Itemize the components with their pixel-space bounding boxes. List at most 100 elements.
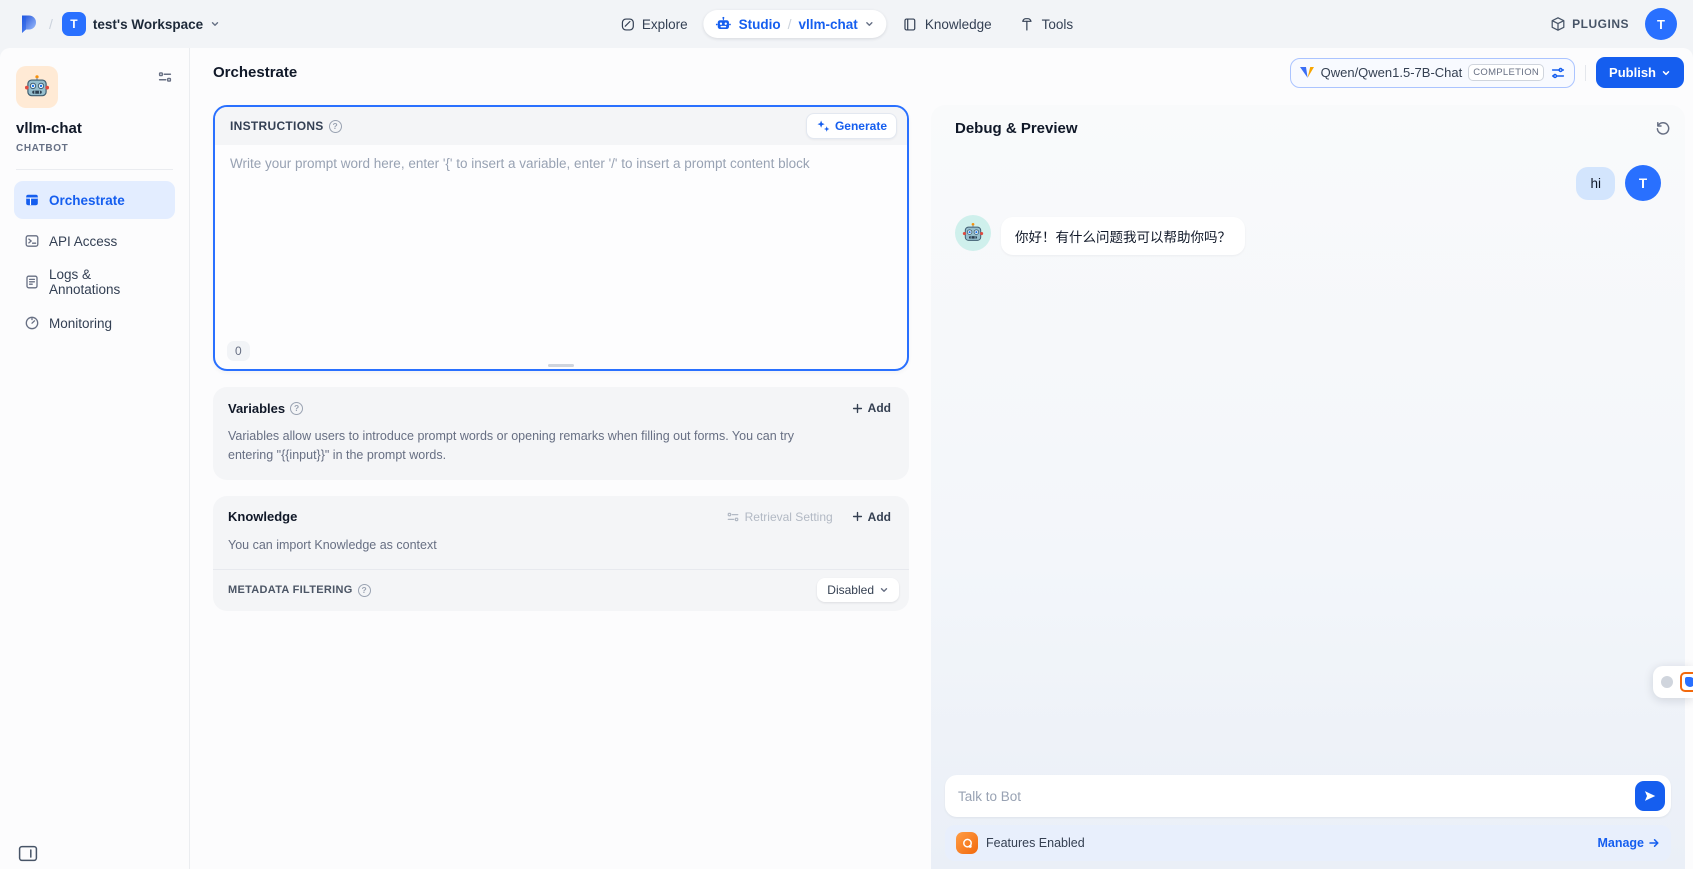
help-icon bbox=[290, 402, 303, 415]
add-label: Add bbox=[868, 401, 891, 415]
workspace-avatar: T bbox=[62, 12, 86, 36]
debug-preview-title: Debug & Preview bbox=[955, 120, 1078, 137]
plugins-label: PLUGINS bbox=[1572, 17, 1629, 31]
sidebar-item-logs-annotations[interactable]: Logs & Annotations bbox=[14, 263, 175, 301]
plus-icon bbox=[851, 402, 864, 415]
dify-logo-icon[interactable] bbox=[16, 12, 40, 36]
knowledge-description: You can import Knowledge as context bbox=[213, 531, 853, 569]
nav-explore[interactable]: Explore bbox=[608, 10, 700, 39]
sidebar-item-monitoring[interactable]: Monitoring bbox=[14, 304, 175, 342]
model-name: Qwen/Qwen1.5-7B-Chat bbox=[1321, 65, 1463, 80]
add-knowledge-button[interactable]: Add bbox=[843, 505, 899, 529]
app-icon bbox=[16, 66, 58, 108]
chevron-down-icon[interactable] bbox=[865, 19, 875, 29]
sparkles-icon bbox=[816, 119, 830, 133]
manage-label: Manage bbox=[1597, 836, 1644, 850]
manage-features-link[interactable]: Manage bbox=[1597, 836, 1660, 850]
user-avatar[interactable]: T bbox=[1645, 8, 1677, 40]
model-mode-badge: COMPLETION bbox=[1468, 64, 1544, 81]
app-header-bar: Orchestrate Qwen/Qwen1.5-7B-Chat COMPLET… bbox=[190, 48, 1693, 97]
features-icon bbox=[956, 832, 978, 854]
bot-chat-avatar bbox=[955, 215, 991, 251]
content-sheet: vllm-chat CHATBOT Orchestrate API Access bbox=[0, 48, 1693, 869]
prompt-editor[interactable] bbox=[215, 145, 907, 333]
generate-button[interactable]: Generate bbox=[806, 113, 897, 139]
dify-mini-logo-icon bbox=[1680, 672, 1693, 692]
nav-studio-active[interactable]: Studio / vllm-chat bbox=[704, 10, 887, 38]
add-variable-button[interactable]: Add bbox=[843, 396, 899, 420]
model-selector[interactable]: Qwen/Qwen1.5-7B-Chat COMPLETION bbox=[1290, 58, 1575, 88]
bot-message-row: 你好！有什么问题我可以帮助你吗？ bbox=[955, 215, 1661, 255]
dify-app: / T test's Workspace Explore Studio bbox=[0, 0, 1693, 869]
floating-edge-widget[interactable] bbox=[1653, 666, 1693, 698]
features-label: Features Enabled bbox=[986, 836, 1589, 850]
hammer-icon bbox=[1020, 17, 1035, 32]
restart-conversation-icon[interactable] bbox=[1654, 120, 1671, 137]
nav-knowledge[interactable]: Knowledge bbox=[891, 10, 1004, 39]
nav-current-app: vllm-chat bbox=[799, 17, 858, 32]
nav-tools[interactable]: Tools bbox=[1008, 10, 1086, 39]
chat-input[interactable] bbox=[945, 775, 1671, 817]
sidebar-divider bbox=[16, 169, 173, 170]
instructions-title: INSTRUCTIONS bbox=[230, 119, 324, 133]
nav-tools-label: Tools bbox=[1042, 17, 1074, 32]
chevron-down-icon bbox=[210, 19, 220, 29]
knowledge-title: Knowledge bbox=[228, 509, 297, 524]
main-area: Orchestrate Qwen/Qwen1.5-7B-Chat COMPLET… bbox=[190, 48, 1693, 869]
app-sidebar: vllm-chat CHATBOT Orchestrate API Access bbox=[0, 48, 190, 869]
publish-button[interactable]: Publish bbox=[1596, 57, 1684, 88]
chat-history: hi T 你好！有什么问题我可以帮助你吗？ bbox=[931, 137, 1685, 775]
knowledge-panel: Knowledge Retrieval Setting bbox=[213, 496, 909, 611]
retrieval-setting-button[interactable]: Retrieval Setting bbox=[718, 505, 841, 529]
metadata-filtering-value: Disabled bbox=[827, 583, 874, 597]
model-params-icon[interactable] bbox=[1550, 65, 1566, 81]
help-icon bbox=[329, 120, 342, 133]
nav-explore-label: Explore bbox=[642, 17, 688, 32]
nav-knowledge-label: Knowledge bbox=[925, 17, 992, 32]
app-settings-icon[interactable] bbox=[157, 66, 173, 85]
chat-bottom-area: Features Enabled Manage bbox=[931, 775, 1685, 869]
add-label: Add bbox=[868, 510, 891, 524]
document-icon bbox=[24, 274, 40, 290]
metadata-filtering-row: METADATA FILTERING Disabled bbox=[213, 570, 909, 611]
resize-handle[interactable] bbox=[548, 364, 574, 367]
main-nav: Explore Studio / vllm-chat Knowledge bbox=[608, 0, 1085, 48]
page-title: Orchestrate bbox=[213, 64, 297, 81]
publish-label: Publish bbox=[1609, 65, 1656, 80]
workspace-name: test's Workspace bbox=[93, 17, 203, 32]
sidebar-item-api-access[interactable]: API Access bbox=[14, 222, 175, 260]
header-separator bbox=[1585, 65, 1586, 81]
instructions-panel: INSTRUCTIONS Generate bbox=[213, 105, 909, 371]
bot-message-bubble: 你好！有什么问题我可以帮助你吗？ bbox=[1001, 217, 1245, 255]
top-navbar: / T test's Workspace Explore Studio bbox=[0, 0, 1693, 48]
vllm-logo-icon bbox=[1299, 66, 1315, 79]
char-count-badge: 0 bbox=[227, 341, 250, 361]
app-name: vllm-chat bbox=[16, 120, 173, 137]
plugins-button[interactable]: PLUGINS bbox=[1550, 16, 1629, 32]
metadata-filtering-dropdown[interactable]: Disabled bbox=[817, 578, 899, 602]
sliders-icon bbox=[726, 510, 740, 524]
send-button[interactable] bbox=[1635, 781, 1665, 811]
help-icon bbox=[358, 584, 371, 597]
drag-dot-icon bbox=[1661, 676, 1673, 688]
package-icon bbox=[1550, 16, 1566, 32]
explore-icon bbox=[620, 17, 635, 32]
orchestrate-config-column: INSTRUCTIONS Generate bbox=[213, 97, 909, 869]
generate-label: Generate bbox=[835, 119, 887, 133]
workspace-switcher[interactable]: T test's Workspace bbox=[62, 12, 220, 36]
debug-preview-panel: Debug & Preview hi T bbox=[931, 105, 1685, 869]
user-message-bubble: hi bbox=[1576, 167, 1615, 200]
user-message-row: hi T bbox=[955, 165, 1661, 201]
variables-panel: Variables Add bbox=[213, 387, 909, 480]
variables-title: Variables bbox=[228, 401, 285, 416]
robot-icon bbox=[716, 16, 732, 32]
collapse-sidebar-icon[interactable] bbox=[18, 845, 38, 862]
nav-slash: / bbox=[788, 16, 792, 32]
sidebar-item-label: API Access bbox=[49, 234, 117, 249]
sidebar-item-orchestrate[interactable]: Orchestrate bbox=[14, 181, 175, 219]
breadcrumb-slash: / bbox=[49, 16, 53, 32]
nav-studio-label: Studio bbox=[739, 17, 781, 32]
terminal-icon bbox=[24, 233, 40, 249]
user-chat-avatar: T bbox=[1625, 165, 1661, 201]
variables-description: Variables allow users to introduce promp… bbox=[213, 422, 853, 480]
